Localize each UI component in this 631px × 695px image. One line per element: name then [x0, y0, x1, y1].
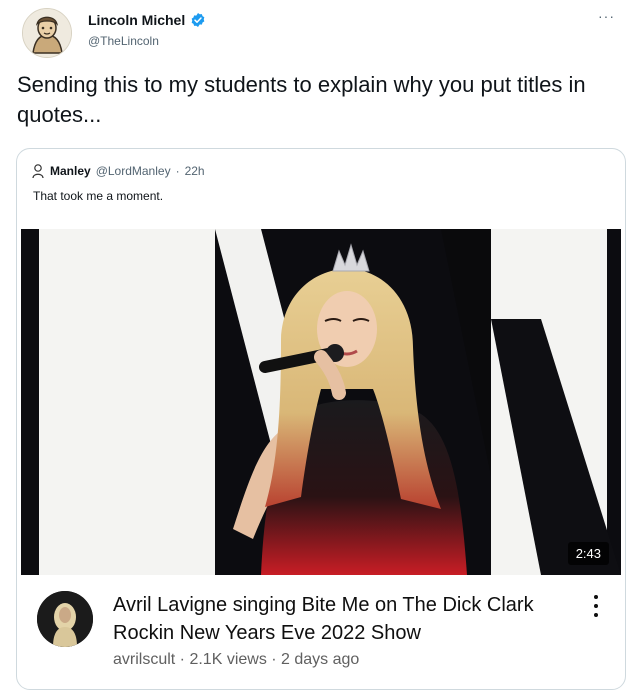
video-meta: avrilscult · 2.1K views · 2 days ago [113, 651, 360, 668]
performance-image [21, 229, 621, 575]
channel-avatar-image [37, 591, 93, 647]
kebab-menu-icon[interactable] [593, 595, 599, 617]
menu-dot [594, 595, 598, 599]
video-info-row[interactable]: Avril Lavigne singing Bite Me on The Dic… [21, 577, 621, 687]
author-handle[interactable]: @TheLincoln [88, 34, 159, 48]
quoted-tweet-card[interactable]: Manley @LordManley · 22h That took me a … [16, 148, 626, 690]
menu-dot [594, 613, 598, 617]
tweet-header: Lincoln Michel @TheLincoln ··· [14, 6, 619, 62]
menu-dot [594, 604, 598, 608]
quote-time[interactable]: 22h [185, 164, 205, 178]
avatar-illustration-icon [23, 9, 71, 57]
quote-separator: · [175, 164, 180, 178]
video-duration: 2:43 [567, 542, 609, 565]
video-title[interactable]: Avril Lavigne singing Bite Me on The Dic… [113, 591, 573, 647]
channel-avatar[interactable] [37, 591, 93, 647]
author-avatar[interactable] [22, 8, 72, 58]
video-thumbnail[interactable]: 2:43 [21, 229, 621, 575]
verified-badge-icon [191, 13, 205, 27]
quote-text: That took me a moment. [33, 189, 164, 203]
tweet-text: Sending this to my students to explain w… [17, 72, 586, 127]
quote-avatar-icon [32, 164, 44, 179]
more-icon[interactable]: ··· [598, 8, 615, 24]
quote-author-handle[interactable]: @LordManley [96, 164, 171, 178]
quote-author-name[interactable]: Manley [50, 164, 91, 178]
author-name[interactable]: Lincoln Michel [88, 12, 185, 28]
